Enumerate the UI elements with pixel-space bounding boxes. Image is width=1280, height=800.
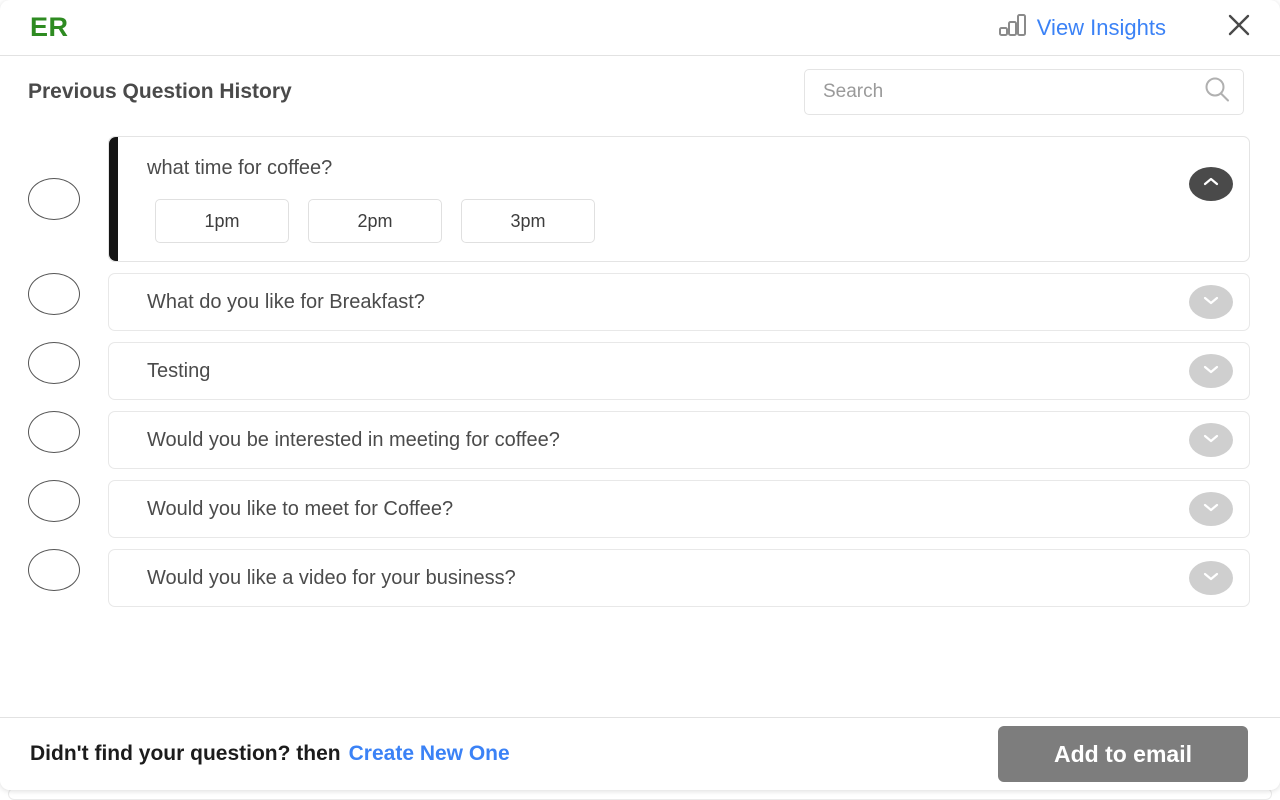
question-select-radio[interactable] — [28, 342, 80, 384]
active-accent-bar — [109, 137, 118, 261]
view-insights-label: View Insights — [1036, 14, 1166, 40]
question-row: Would you like a video for your business… — [0, 549, 1280, 607]
question-select-radio[interactable] — [28, 273, 80, 315]
expand-toggle-button[interactable] — [1189, 561, 1233, 595]
answer-option[interactable]: 3pm — [461, 199, 595, 243]
bar-chart-icon — [998, 13, 1027, 42]
modal-header: ER View Insights — [0, 0, 1280, 56]
collapse-toggle-button[interactable] — [1189, 167, 1233, 201]
chevron-down-icon — [1202, 362, 1220, 380]
question-text: Would you like to meet for Coffee? — [147, 498, 454, 520]
answer-option[interactable]: 1pm — [155, 199, 289, 243]
question-text: Would you be interested in meeting for c… — [147, 429, 560, 451]
chevron-up-icon — [1202, 175, 1220, 193]
search-icon — [1202, 75, 1232, 110]
close-icon — [1226, 12, 1252, 43]
select-cell — [0, 480, 108, 522]
select-cell — [0, 549, 108, 591]
select-cell — [0, 178, 108, 220]
select-cell — [0, 273, 108, 315]
question-card-body: Would you like to meet for Coffee? — [109, 496, 1249, 522]
question-row: what time for coffee? 1pm 2pm 3pm — [0, 136, 1280, 262]
question-history-modal: ER View Insights Previous Question Histo… — [0, 0, 1280, 790]
question-list: what time for coffee? 1pm 2pm 3pm What d… — [0, 128, 1280, 607]
create-new-one-link[interactable]: Create New One — [349, 742, 510, 765]
question-text: what time for coffee? — [147, 157, 333, 179]
search-button[interactable] — [1191, 70, 1243, 114]
question-card-body: Would you be interested in meeting for c… — [109, 427, 1249, 453]
question-row: Would you like to meet for Coffee? — [0, 480, 1280, 538]
question-card-body: What do you like for Breakfast? — [109, 289, 1249, 315]
header-actions: View Insights — [998, 11, 1280, 45]
question-card-body: Testing — [109, 358, 1249, 384]
question-row: Would you be interested in meeting for c… — [0, 411, 1280, 469]
select-cell — [0, 342, 108, 384]
expand-toggle-button[interactable] — [1189, 354, 1233, 388]
question-text: Would you like a video for your business… — [147, 567, 516, 589]
footer-prompt: Didn't find your question? then Create Ne… — [30, 742, 510, 766]
chevron-down-icon — [1202, 431, 1220, 449]
answer-option[interactable]: 2pm — [308, 199, 442, 243]
close-button[interactable] — [1222, 11, 1256, 45]
question-card[interactable]: Would you like to meet for Coffee? — [108, 480, 1250, 538]
brand-logo: ER — [30, 12, 69, 42]
select-cell — [0, 411, 108, 453]
question-row: Testing — [0, 342, 1280, 400]
footer-prompt-label: Didn't find your question? then — [30, 742, 341, 765]
question-card[interactable]: What do you like for Breakfast? — [108, 273, 1250, 331]
question-card-body: Would you like a video for your business… — [109, 565, 1249, 591]
chevron-down-icon — [1202, 500, 1220, 518]
question-select-radio[interactable] — [28, 411, 80, 453]
expand-toggle-button[interactable] — [1189, 492, 1233, 526]
question-card[interactable]: Testing — [108, 342, 1250, 400]
modal-footer: Didn't find your question? then Create Ne… — [0, 717, 1280, 790]
chevron-down-icon — [1202, 293, 1220, 311]
expand-toggle-button[interactable] — [1189, 423, 1233, 457]
chevron-down-icon — [1202, 569, 1220, 587]
subheader: Previous Question History — [0, 56, 1280, 128]
question-card[interactable]: Would you like a video for your business… — [108, 549, 1250, 607]
question-card[interactable]: Would you be interested in meeting for c… — [108, 411, 1250, 469]
expand-toggle-button[interactable] — [1189, 285, 1233, 319]
question-select-radio[interactable] — [28, 480, 80, 522]
page-title: Previous Question History — [28, 80, 292, 103]
question-card[interactable]: what time for coffee? 1pm 2pm 3pm — [108, 136, 1250, 262]
search-input[interactable] — [805, 81, 1191, 103]
question-text: Testing — [147, 360, 211, 382]
answer-options: 1pm 2pm 3pm — [147, 199, 1189, 243]
question-row: What do you like for Breakfast? — [0, 273, 1280, 331]
question-text: What do you like for Breakfast? — [147, 291, 425, 313]
question-select-radio[interactable] — [28, 178, 80, 220]
view-insights-button[interactable]: View Insights — [998, 13, 1166, 42]
question-card-body: what time for coffee? 1pm 2pm 3pm — [109, 137, 1249, 261]
search-box[interactable] — [804, 69, 1244, 115]
question-select-radio[interactable] — [28, 549, 80, 591]
add-to-email-button[interactable]: Add to email — [998, 726, 1248, 782]
